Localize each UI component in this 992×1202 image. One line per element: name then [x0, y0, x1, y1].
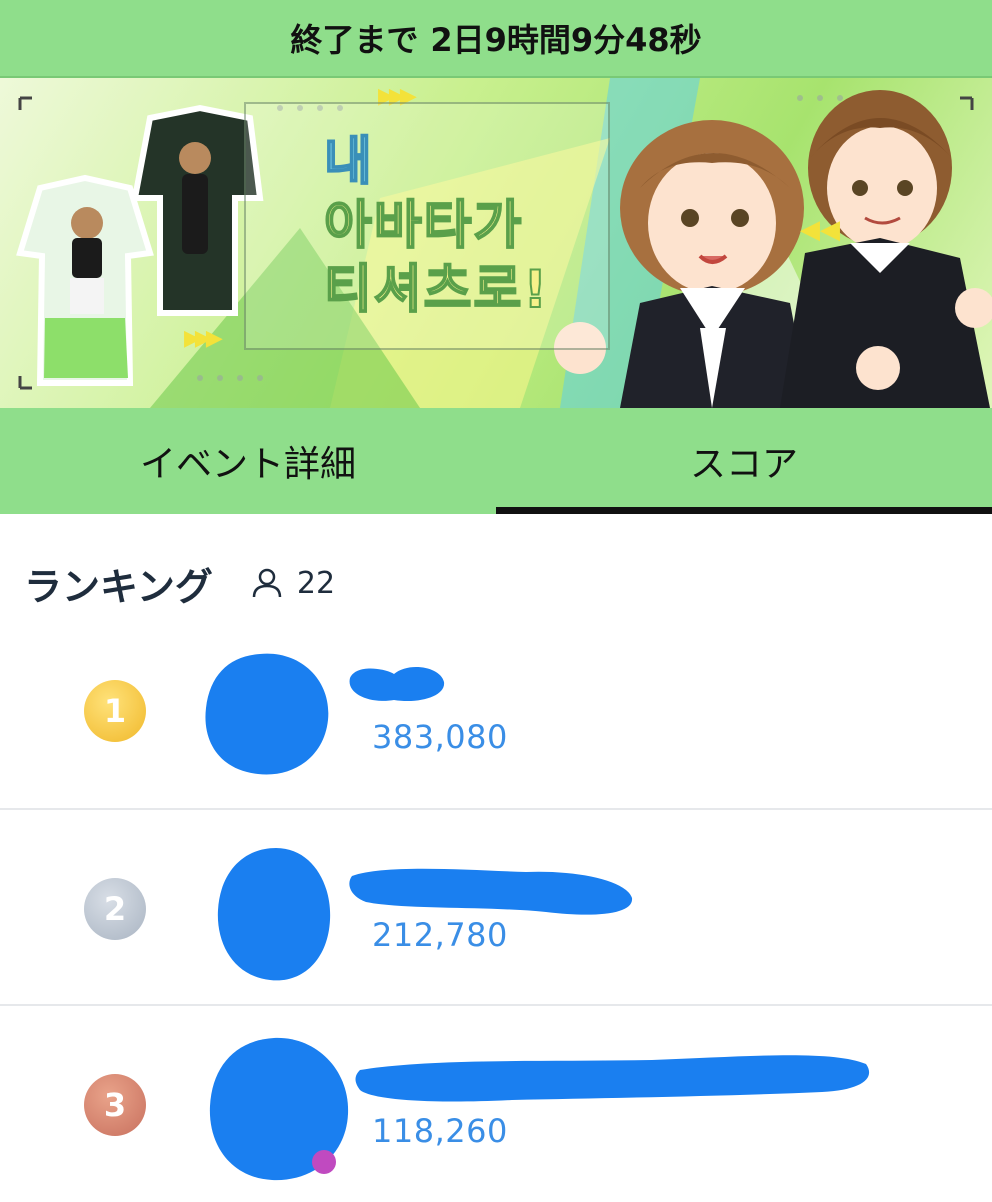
ranking-title: ランキング: [24, 564, 213, 609]
participant-count-value: 22: [296, 565, 336, 601]
rank-medal-icon: 1: [84, 680, 146, 742]
event-banner[interactable]: ◀◀ ▶▶▶ ▶▶▶ 내 아바타가 티셔츠로!: [0, 78, 992, 408]
banner-headline-line: 내: [323, 131, 374, 193]
avatar: [209, 1037, 349, 1181]
arrow-decoration-icon: ▶▶▶: [184, 326, 223, 351]
banner-headline-line: 아바타가: [323, 195, 524, 257]
rank-medal-icon: 2: [84, 878, 146, 940]
ranking-row[interactable]: 2 212,780: [0, 810, 992, 1006]
participant-count: 22: [251, 566, 335, 601]
countdown-bar: 終了まで 2日9時間9分48秒: [0, 0, 992, 78]
countdown-time: 2日9時間9分48秒: [430, 21, 702, 59]
rank-score: 383,080: [372, 718, 508, 756]
rank-medal-icon: 3: [84, 1074, 146, 1136]
tab-score[interactable]: スコア: [496, 408, 992, 514]
rank-score: 212,780: [372, 916, 508, 954]
svg-text:◀◀: ◀◀: [800, 215, 840, 245]
ranking-row[interactable]: 3 118,260: [0, 1006, 992, 1202]
banner-headline: 내 아바타가 티셔츠로!: [244, 102, 610, 350]
tab-event-details[interactable]: イベント詳細: [0, 408, 496, 514]
tab-bar: イベント詳細 スコア: [0, 408, 992, 514]
rank-score: 118,260: [372, 1112, 508, 1150]
username-redacted: [349, 868, 633, 915]
ranking-row[interactable]: 1 383,080: [0, 614, 992, 810]
banner-headline-line: 티셔츠로!: [323, 259, 550, 321]
countdown-label: 終了まで: [290, 21, 419, 59]
avatar: [217, 848, 331, 981]
ranking-header: ランキング 22: [24, 558, 335, 609]
username-redacted: [349, 667, 445, 702]
avatar: [205, 653, 329, 775]
person-icon: [252, 568, 282, 598]
username-redacted: [355, 1055, 870, 1102]
